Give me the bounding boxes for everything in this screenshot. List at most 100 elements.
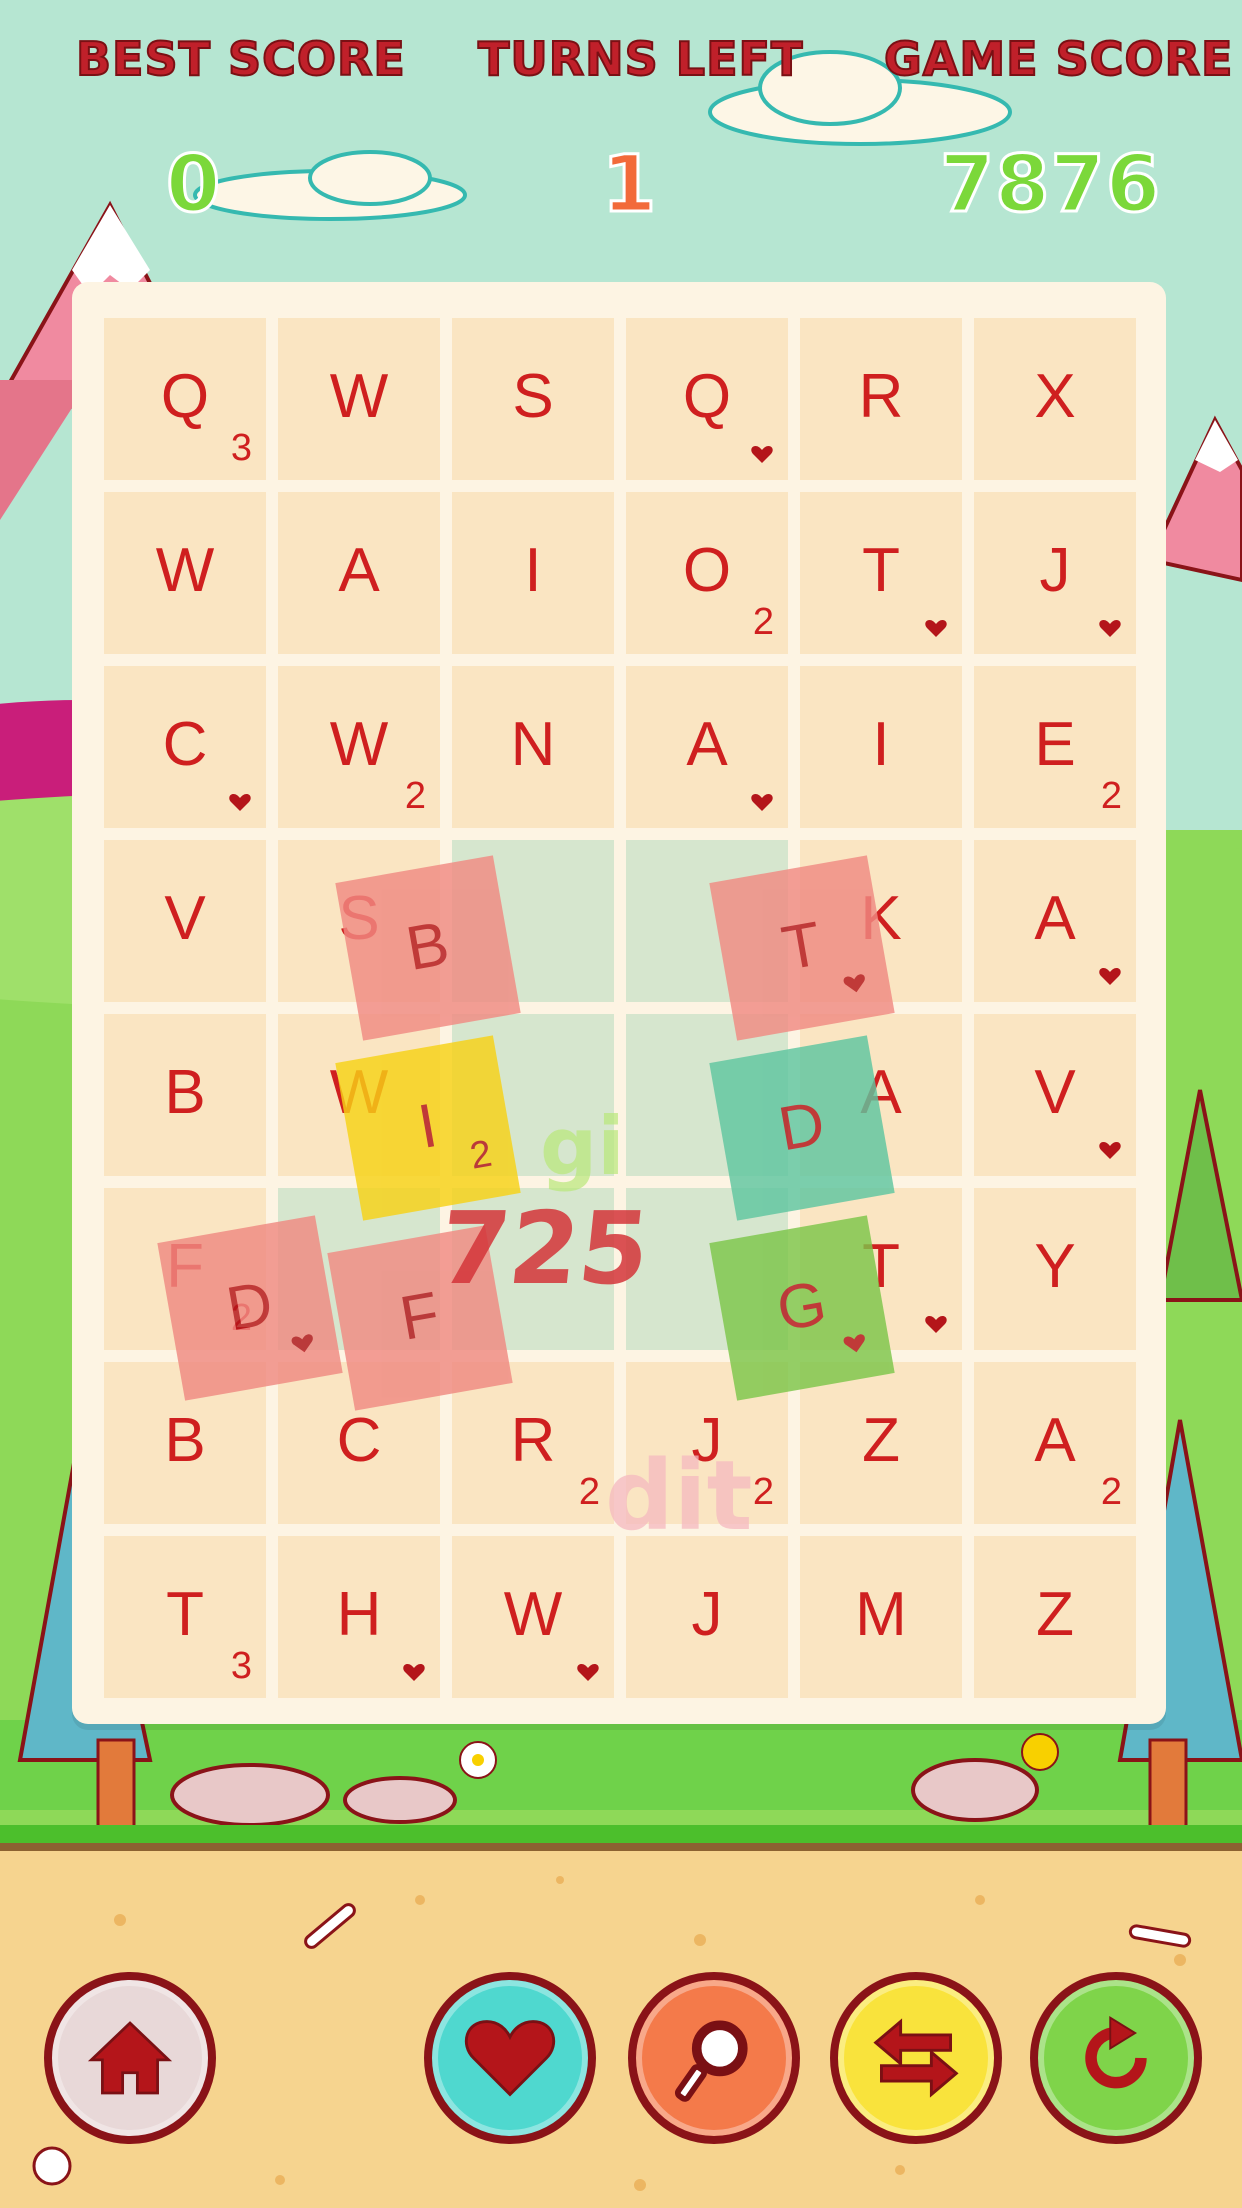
letter-tile[interactable]: S bbox=[452, 318, 614, 480]
swap-arrows-icon bbox=[868, 2010, 964, 2106]
letter-tile[interactable]: Y bbox=[974, 1188, 1136, 1350]
letter-tile[interactable]: W bbox=[278, 318, 440, 480]
letter-tile[interactable]: Q3 bbox=[104, 318, 266, 480]
heart-icon bbox=[576, 1660, 600, 1684]
best-score-value: 0 bbox=[164, 139, 222, 232]
magnifier-icon bbox=[666, 2010, 762, 2106]
tile-multiplier: 2 bbox=[578, 1471, 600, 1513]
tile-letter: T bbox=[166, 1580, 204, 1649]
letter-tile[interactable]: B bbox=[104, 1014, 266, 1176]
letter-tile[interactable]: M bbox=[800, 1536, 962, 1698]
letter-tile[interactable]: T3 bbox=[104, 1536, 266, 1698]
swap-button[interactable] bbox=[830, 1972, 1002, 2144]
letter-tile[interactable]: A2 bbox=[974, 1362, 1136, 1524]
refresh-button[interactable] bbox=[1030, 1972, 1202, 2144]
letter-tile[interactable]: Q bbox=[626, 318, 788, 480]
flying-letter-tile: T bbox=[709, 855, 895, 1041]
word-fragment-ghost-2: dit bbox=[605, 1440, 753, 1552]
letter-tile[interactable]: I bbox=[800, 666, 962, 828]
letter-tile[interactable]: W bbox=[452, 1536, 614, 1698]
word-score-popup: 725 bbox=[433, 1190, 655, 1307]
turns-left-value: 1 bbox=[600, 139, 658, 232]
tile-letter: Y bbox=[1034, 1232, 1076, 1301]
letter-tile[interactable]: J bbox=[974, 492, 1136, 654]
heart-icon bbox=[750, 442, 774, 466]
flying-tile-letter: B bbox=[401, 908, 455, 985]
tile-letter: C bbox=[336, 1406, 382, 1475]
tile-letter: A bbox=[686, 710, 728, 779]
tile-letter: V bbox=[164, 884, 206, 953]
tile-letter: N bbox=[510, 710, 556, 779]
heart-button[interactable] bbox=[424, 1972, 596, 2144]
home-icon bbox=[84, 2012, 176, 2104]
letter-tile[interactable]: W bbox=[104, 492, 266, 654]
heart-icon bbox=[750, 790, 774, 814]
letter-tile[interactable]: C bbox=[104, 666, 266, 828]
tile-letter: Z bbox=[862, 1406, 900, 1475]
tile-multiplier: 2 bbox=[752, 601, 774, 643]
letter-tile[interactable]: W2 bbox=[278, 666, 440, 828]
game-score-value: 7876 bbox=[938, 139, 1162, 232]
refresh-icon bbox=[1068, 2010, 1164, 2106]
best-score-label: BEST SCORE bbox=[75, 31, 406, 87]
heart-icon bbox=[228, 790, 252, 814]
letter-tile[interactable]: Z bbox=[800, 1362, 962, 1524]
tile-letter: W bbox=[155, 536, 215, 605]
tile-multiplier: 2 bbox=[1100, 775, 1122, 817]
tile-letter: O bbox=[682, 536, 732, 605]
tile-multiplier: 2 bbox=[752, 1471, 774, 1513]
hint-button[interactable] bbox=[628, 1972, 800, 2144]
tile-letter: J bbox=[691, 1580, 723, 1649]
home-button[interactable] bbox=[44, 1972, 216, 2144]
tile-letter: B bbox=[164, 1406, 206, 1475]
tile-letter: V bbox=[1034, 1058, 1076, 1127]
tile-letter: B bbox=[164, 1058, 206, 1127]
tile-letter: E bbox=[1034, 710, 1076, 779]
letter-tile[interactable]: T bbox=[800, 492, 962, 654]
flying-tile-letter: D bbox=[773, 1088, 830, 1165]
turns-left-label: TURNS LEFT bbox=[477, 31, 804, 87]
flying-letter-tile: D bbox=[709, 1035, 895, 1221]
letter-tile[interactable]: A bbox=[278, 492, 440, 654]
letter-tile[interactable]: Z bbox=[974, 1536, 1136, 1698]
tile-letter: X bbox=[1034, 362, 1076, 431]
letter-tile[interactable]: O2 bbox=[626, 492, 788, 654]
game-score-label: GAME SCORE bbox=[883, 31, 1234, 87]
tile-letter: C bbox=[162, 710, 208, 779]
flying-letter-tile: D bbox=[157, 1215, 343, 1401]
heart-icon bbox=[924, 616, 948, 640]
tile-multiplier: 2 bbox=[1100, 1471, 1122, 1513]
tile-letter: M bbox=[855, 1580, 907, 1649]
tile-letter: W bbox=[503, 1580, 563, 1649]
tile-letter: Q bbox=[160, 362, 210, 431]
heart-icon bbox=[841, 969, 869, 997]
tile-letter: Z bbox=[1036, 1580, 1074, 1649]
tile-letter: J bbox=[1039, 536, 1071, 605]
heart-icon bbox=[1098, 1138, 1122, 1162]
letter-tile[interactable]: A bbox=[974, 840, 1136, 1002]
heart-icon bbox=[289, 1329, 317, 1357]
tile-letter: I bbox=[872, 710, 890, 779]
heart-icon bbox=[462, 2010, 558, 2106]
letter-tile[interactable]: N bbox=[452, 666, 614, 828]
flying-letter-tile: B bbox=[335, 855, 521, 1041]
letter-tile[interactable]: H bbox=[278, 1536, 440, 1698]
letter-tile[interactable]: V bbox=[974, 1014, 1136, 1176]
tile-letter: A bbox=[338, 536, 380, 605]
heart-icon bbox=[402, 1660, 426, 1684]
tile-multiplier: 2 bbox=[404, 775, 426, 817]
tile-letter: A bbox=[1034, 884, 1076, 953]
word-fragment-ghost: gi bbox=[540, 1100, 625, 1193]
letter-tile[interactable]: X bbox=[974, 318, 1136, 480]
tile-letter: A bbox=[1034, 1406, 1076, 1475]
tile-letter: R bbox=[858, 362, 904, 431]
letter-tile[interactable]: V bbox=[104, 840, 266, 1002]
letter-tile[interactable]: E2 bbox=[974, 666, 1136, 828]
tile-letter: S bbox=[512, 362, 554, 431]
heart-icon bbox=[924, 1312, 948, 1336]
letter-tile[interactable]: R bbox=[800, 318, 962, 480]
letter-tile[interactable]: A bbox=[626, 666, 788, 828]
letter-tile[interactable]: I bbox=[452, 492, 614, 654]
tile-letter: I bbox=[524, 536, 542, 605]
letter-tile[interactable]: J bbox=[626, 1536, 788, 1698]
